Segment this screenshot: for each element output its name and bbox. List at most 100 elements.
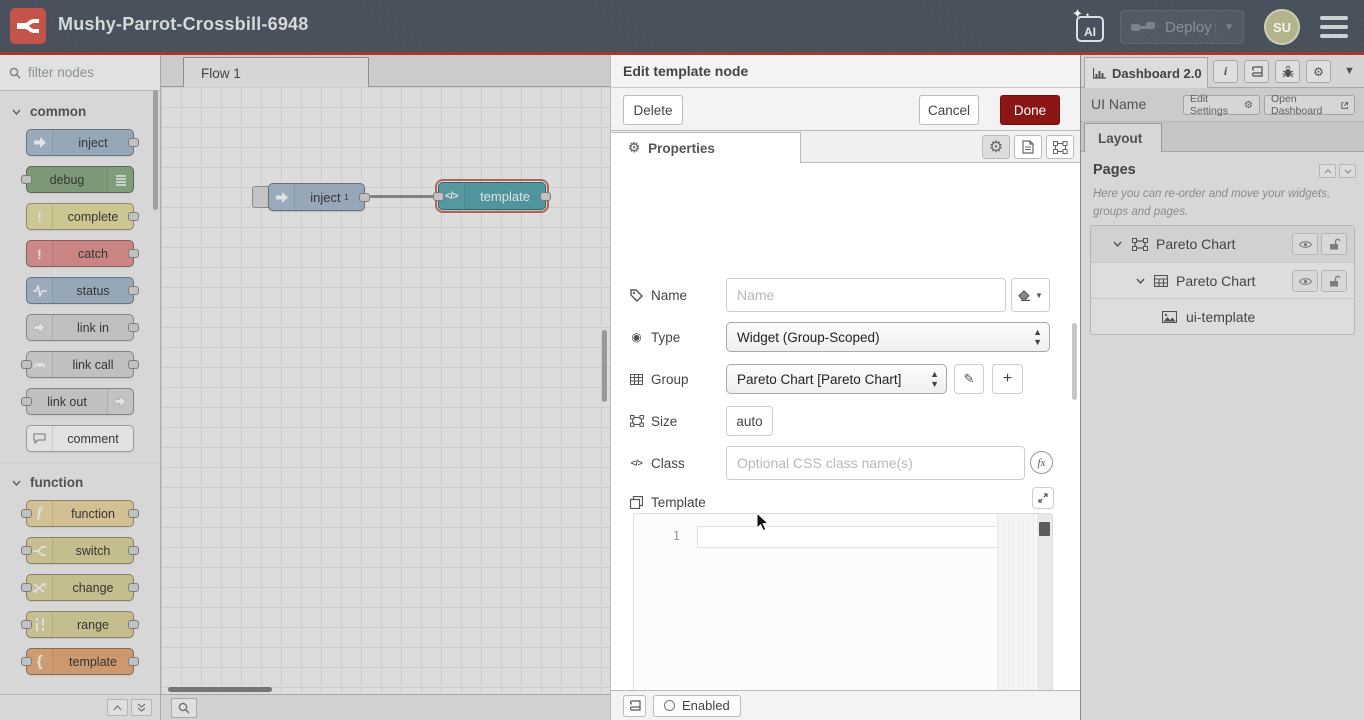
- help-sidebar-button[interactable]: [1244, 60, 1269, 83]
- image-icon: [1162, 311, 1177, 323]
- chevron-down-icon[interactable]: [1113, 241, 1122, 247]
- group-select[interactable]: Pareto Chart [Pareto Chart] ▲▼: [726, 364, 947, 394]
- expand-editor-button[interactable]: [1032, 487, 1054, 509]
- ai-assistant-button[interactable]: AI ✦ ✦: [1072, 9, 1108, 45]
- flow-tab-bar: Flow 1: [161, 55, 610, 87]
- collapse-categories-button[interactable]: [107, 699, 128, 716]
- palette-node-change[interactable]: change: [26, 574, 134, 601]
- group-field-label: Group: [629, 364, 689, 394]
- palette-scrollbar[interactable]: [153, 90, 158, 210]
- label-options-button[interactable]: ▼: [1011, 278, 1050, 312]
- palette-node-link-out[interactable]: link out: [26, 388, 134, 415]
- properties-view-button[interactable]: ⚙: [982, 135, 1010, 159]
- visibility-button[interactable]: [1292, 233, 1318, 255]
- palette-node-debug[interactable]: debug: [26, 166, 134, 193]
- output-port: [128, 323, 139, 332]
- info-icon: i: [1224, 64, 1227, 79]
- inject-arrow-icon: [27, 130, 53, 155]
- tree-row-group[interactable]: Pareto Chart: [1091, 262, 1354, 298]
- delete-button[interactable]: Delete: [623, 95, 683, 125]
- type-select[interactable]: Widget (Group-Scoped) ▲▼: [726, 322, 1050, 352]
- enabled-toggle-button[interactable]: Enabled: [653, 695, 741, 717]
- palette-category-common[interactable]: common: [0, 92, 160, 129]
- chevron-up-icon: [1324, 169, 1332, 174]
- debug-sidebar-button[interactable]: [1275, 60, 1300, 83]
- info-sidebar-button[interactable]: i: [1213, 60, 1238, 83]
- palette-node-range[interactable]: range: [26, 611, 134, 638]
- edit-tray: Edit template node Delete Cancel Done ⚙ …: [610, 55, 1080, 720]
- add-group-button[interactable]: +: [992, 364, 1023, 394]
- canvas-node-template-selected[interactable]: </> template: [438, 182, 546, 210]
- open-dashboard-button[interactable]: Open Dashboard: [1264, 95, 1355, 115]
- editor-active-line: [697, 526, 998, 548]
- node-palette: filter nodes common inject debug ! compl…: [0, 55, 161, 720]
- collapse-all-button[interactable]: [1319, 164, 1336, 178]
- expand-icon: [1038, 493, 1048, 503]
- name-field-label: Name: [629, 280, 687, 310]
- tree-item-label: Pareto Chart: [1176, 273, 1255, 289]
- palette-search[interactable]: filter nodes: [0, 55, 160, 91]
- palette-node-switch[interactable]: switch: [26, 537, 134, 564]
- output-port[interactable]: [540, 192, 551, 201]
- user-avatar[interactable]: SU: [1264, 9, 1300, 45]
- node-info-button[interactable]: [623, 695, 646, 717]
- output-port[interactable]: [359, 193, 370, 202]
- fx-dynamic-button[interactable]: fx: [1030, 451, 1053, 474]
- cancel-button[interactable]: Cancel: [919, 95, 979, 125]
- tray-scrollbar[interactable]: [1072, 323, 1077, 400]
- class-input[interactable]: [726, 446, 1025, 480]
- exclamation-icon: !: [27, 241, 53, 266]
- deploy-label: Deploy: [1165, 19, 1212, 36]
- deploy-button[interactable]: Deploy ▼: [1120, 10, 1244, 44]
- editor-line-number: 1: [662, 529, 680, 543]
- palette-node-comment[interactable]: comment: [26, 425, 134, 452]
- flow-canvas[interactable]: inject 1 </> template: [161, 87, 610, 694]
- tab-properties[interactable]: ⚙ Properties: [611, 132, 801, 163]
- tree-row-widget[interactable]: ui-template: [1091, 298, 1354, 334]
- template-code-editor[interactable]: 1: [633, 513, 1053, 720]
- palette-node-link-in[interactable]: link in: [26, 314, 134, 341]
- description-view-button[interactable]: [1014, 135, 1042, 159]
- canvas-search-button[interactable]: [171, 698, 197, 718]
- tree-item-label: ui-template: [1186, 309, 1255, 325]
- palette-node-complete[interactable]: ! complete: [26, 203, 134, 230]
- palette-node-catch[interactable]: ! catch: [26, 240, 134, 267]
- canvas-horizontal-scrollbar[interactable]: [168, 687, 272, 692]
- input-port[interactable]: [433, 192, 444, 201]
- tab-dashboard[interactable]: Dashboard 2.0: [1084, 57, 1208, 88]
- edit-group-button[interactable]: ✎: [954, 364, 984, 394]
- done-button[interactable]: Done: [1000, 95, 1060, 125]
- flow-tab[interactable]: Flow 1: [183, 57, 369, 88]
- sidebar-options-caret[interactable]: ▼: [1344, 65, 1355, 77]
- palette-node-status[interactable]: status: [26, 277, 134, 304]
- wire[interactable]: [370, 195, 434, 198]
- palette-node-function[interactable]: f function: [26, 500, 134, 527]
- appearance-view-button[interactable]: [1046, 135, 1074, 159]
- expand-all-button[interactable]: [1339, 164, 1356, 178]
- canvas-vertical-scrollbar[interactable]: [602, 330, 607, 402]
- canvas-node-inject[interactable]: inject 1: [268, 183, 365, 211]
- size-button[interactable]: auto: [726, 406, 773, 436]
- chevron-down-icon[interactable]: [1136, 278, 1145, 284]
- config-sidebar-button[interactable]: ⚙: [1306, 60, 1331, 83]
- visibility-button[interactable]: [1292, 270, 1318, 292]
- node-red-logo-icon[interactable]: [10, 8, 46, 44]
- palette-category-function[interactable]: function: [0, 462, 160, 500]
- main-menu-button[interactable]: [1320, 16, 1348, 38]
- document-icon: [1022, 140, 1034, 154]
- palette-node-template[interactable]: { template: [26, 648, 134, 675]
- lock-button[interactable]: [1321, 270, 1347, 292]
- tab-layout[interactable]: Layout: [1084, 123, 1162, 152]
- editor-scrollbar-thumb[interactable]: [1039, 522, 1050, 536]
- expand-categories-button[interactable]: [131, 699, 152, 716]
- lock-button[interactable]: [1321, 233, 1347, 255]
- deploy-caret-icon[interactable]: ▼: [1215, 22, 1234, 33]
- sparkle-icon: ✦: [1072, 6, 1083, 22]
- palette-search-placeholder: filter nodes: [28, 65, 94, 80]
- name-input[interactable]: [726, 278, 1006, 312]
- palette-node-link-call[interactable]: link call: [26, 351, 134, 378]
- palette-node-inject[interactable]: inject: [26, 129, 134, 156]
- deploy-node-icon: [1131, 20, 1155, 34]
- tree-row-page[interactable]: Pareto Chart: [1091, 226, 1354, 262]
- edit-settings-button[interactable]: Edit Settings ⚙: [1183, 95, 1260, 115]
